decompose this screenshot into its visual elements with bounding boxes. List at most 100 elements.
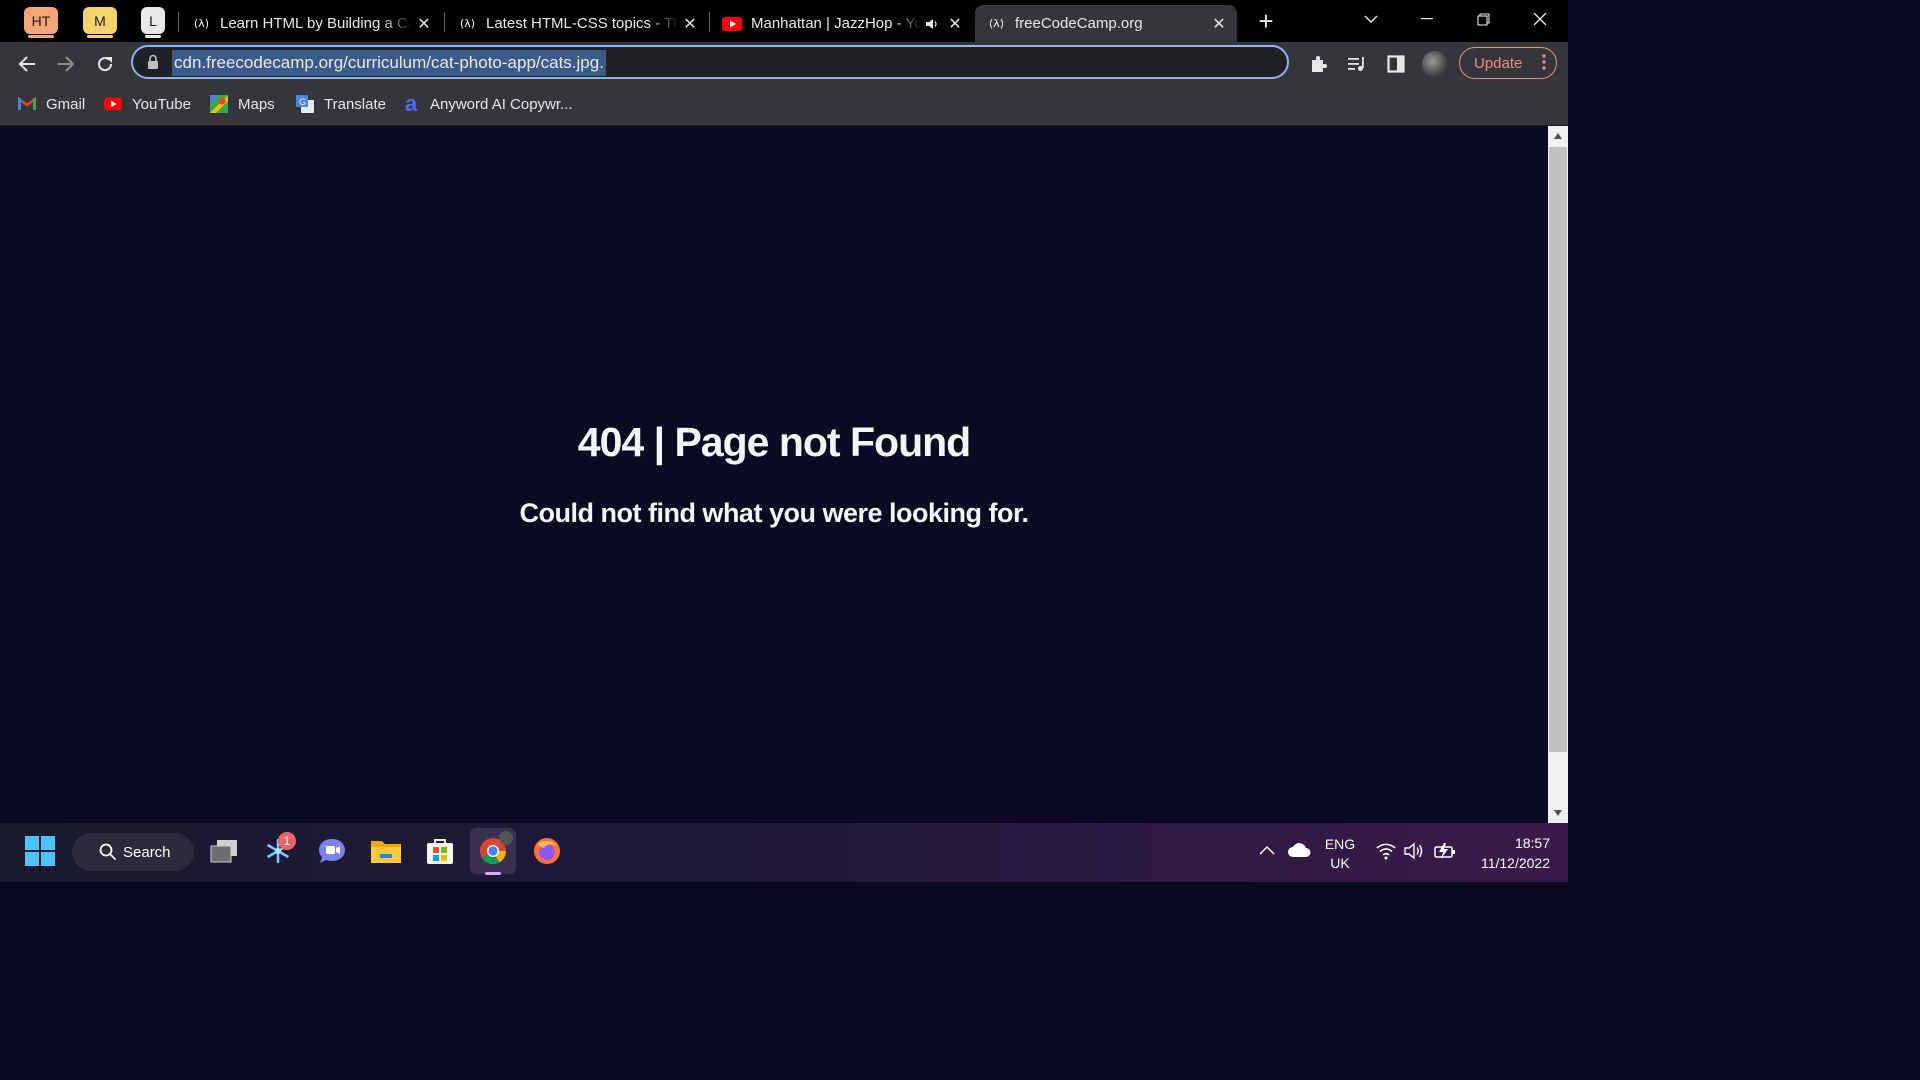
translate-icon: G — [296, 95, 314, 113]
page-content: 404 | Page not Found Could not find what… — [0, 126, 1548, 823]
forward-arrow-icon — [58, 56, 75, 72]
volume-button[interactable] — [1404, 842, 1424, 865]
profile-overlay-avatar — [499, 831, 513, 845]
start-button[interactable] — [17, 828, 63, 874]
minimize-icon — [1421, 18, 1433, 20]
firefox-button[interactable] — [524, 828, 570, 874]
gmail-icon — [18, 95, 36, 113]
taskbar-search[interactable]: Search — [72, 833, 194, 871]
clock-time: 18:57 — [1514, 835, 1550, 851]
bookmark-maps[interactable]: Maps — [210, 93, 275, 115]
scroll-down-arrow-icon[interactable] — [1548, 806, 1568, 820]
battery-button[interactable] — [1433, 842, 1457, 865]
avatar — [1422, 51, 1448, 77]
search-label: Search — [123, 843, 171, 861]
speaker-icon[interactable] — [921, 17, 943, 31]
search-icon — [99, 843, 117, 861]
bookmark-label: Gmail — [46, 95, 86, 113]
side-panel-button[interactable] — [1382, 50, 1410, 78]
tab-title: freeCodeCamp.org — [1015, 15, 1143, 32]
restore-button[interactable] — [1455, 0, 1511, 38]
microsoft-store-button[interactable] — [417, 828, 463, 874]
freecodecamp-icon: (λ) — [458, 17, 477, 30]
volume-icon — [1404, 842, 1423, 860]
clock-date: 11/12/2022 — [1480, 855, 1550, 871]
bookmark-youtube[interactable]: YouTube — [104, 93, 191, 115]
firefox-icon — [534, 838, 560, 864]
freecodecamp-icon: (λ) — [192, 17, 211, 30]
active-app-indicator — [485, 872, 501, 875]
profile-button[interactable] — [1421, 50, 1449, 78]
scrollbar-thumb[interactable] — [1549, 147, 1567, 752]
tab-title: Latest HTML-CSS topics - The freeCodeCam… — [486, 15, 678, 32]
tab-html-css-topics[interactable]: (λ) Latest HTML-CSS topics - The freeCod… — [446, 5, 708, 42]
update-button-label: Update — [1474, 54, 1523, 72]
tab-title: Manhattan | JazzHop - YouTube — [751, 15, 921, 32]
clock[interactable]: 18:57 11/12/2022 — [1470, 833, 1550, 873]
pinned-tab-l[interactable]: L — [141, 7, 165, 38]
windows-logo-icon — [25, 836, 55, 866]
tab-title: Learn HTML by Building a Cat Photo App — [220, 15, 412, 32]
folder-icon — [371, 841, 401, 863]
tab-strip: HT M L (λ) Learn HTML by Building a Cat … — [0, 0, 1568, 42]
pinned-tab-m[interactable]: M — [83, 7, 117, 38]
tab-learn-html[interactable]: (λ) Learn HTML by Building a Cat Photo A… — [180, 5, 442, 42]
side-panel-icon — [1387, 55, 1405, 73]
pinned-tab-label: HT — [31, 12, 51, 29]
tab-search-button[interactable] — [1343, 0, 1399, 38]
bookmark-label: YouTube — [132, 95, 191, 113]
svg-text:G: G — [299, 97, 306, 107]
tab-separator — [709, 12, 710, 32]
teams-chat-button[interactable] — [309, 828, 355, 874]
pinned-tab-ht[interactable]: HT — [24, 7, 58, 38]
show-hidden-icons-button[interactable] — [1258, 843, 1276, 861]
error-message: Could not find what you were looking for… — [519, 498, 1029, 528]
tab-separator — [444, 12, 445, 32]
back-button[interactable] — [13, 50, 41, 78]
minimize-button[interactable] — [1399, 0, 1455, 38]
close-tab-icon[interactable]: ✕ — [412, 12, 436, 36]
new-tab-button[interactable]: + — [1252, 6, 1280, 36]
wifi-icon — [1376, 843, 1396, 860]
update-button[interactable]: Update — [1459, 47, 1557, 79]
bookmark-anyword[interactable]: a Anyword AI Copywr... — [402, 91, 573, 116]
tab-separator — [178, 12, 179, 32]
file-explorer-button[interactable] — [363, 828, 409, 874]
network-button[interactable] — [1376, 842, 1396, 865]
task-view-icon — [210, 840, 237, 863]
anyword-icon: a — [404, 91, 418, 116]
bookmark-gmail[interactable]: Gmail — [18, 93, 85, 115]
playlist-icon — [1348, 57, 1364, 71]
maps-icon — [210, 95, 228, 113]
close-tab-icon[interactable]: ✕ — [1207, 12, 1231, 36]
bookmark-label: Anyword AI Copywr... — [430, 95, 573, 113]
close-window-button[interactable] — [1512, 0, 1568, 38]
media-controls-button[interactable] — [1343, 50, 1371, 78]
bookmarks-bar: Gmail YouTube Maps G Translate a Anyword… — [0, 84, 1568, 126]
url-text[interactable]: cdn.freecodecamp.org/curriculum/cat-phot… — [172, 50, 606, 76]
extensions-button[interactable] — [1304, 50, 1332, 78]
reload-button[interactable] — [91, 50, 119, 78]
onedrive-button[interactable] — [1287, 842, 1311, 863]
tab-manhattan-jazzhop[interactable]: Manhattan | JazzHop - YouTube ✕ — [711, 5, 973, 42]
restore-icon — [1476, 12, 1490, 26]
task-view-button[interactable] — [201, 828, 247, 874]
chevron-up-icon — [1259, 845, 1275, 855]
scroll-up-arrow-icon[interactable] — [1548, 129, 1568, 143]
forward-button[interactable] — [52, 50, 80, 78]
notification-badge: 1 — [278, 832, 296, 850]
store-icon — [427, 839, 453, 864]
widgets-button[interactable]: 1 — [255, 828, 301, 874]
bookmark-translate[interactable]: G Translate — [296, 93, 386, 115]
cloud-icon — [1288, 843, 1311, 857]
pinned-tab-label: M — [94, 12, 106, 29]
tab-freecodecamp[interactable]: (λ) freeCodeCamp.org ✕ — [975, 5, 1237, 42]
close-tab-icon[interactable]: ✕ — [678, 12, 702, 36]
chrome-button[interactable] — [470, 828, 516, 875]
youtube-icon — [104, 95, 122, 113]
language-indicator[interactable]: ENG UK — [1322, 835, 1358, 873]
language-label: ENG — [1324, 836, 1356, 852]
more-options-icon[interactable] — [1542, 53, 1546, 75]
close-tab-icon[interactable]: ✕ — [943, 12, 967, 36]
lock-icon[interactable] — [147, 54, 159, 75]
